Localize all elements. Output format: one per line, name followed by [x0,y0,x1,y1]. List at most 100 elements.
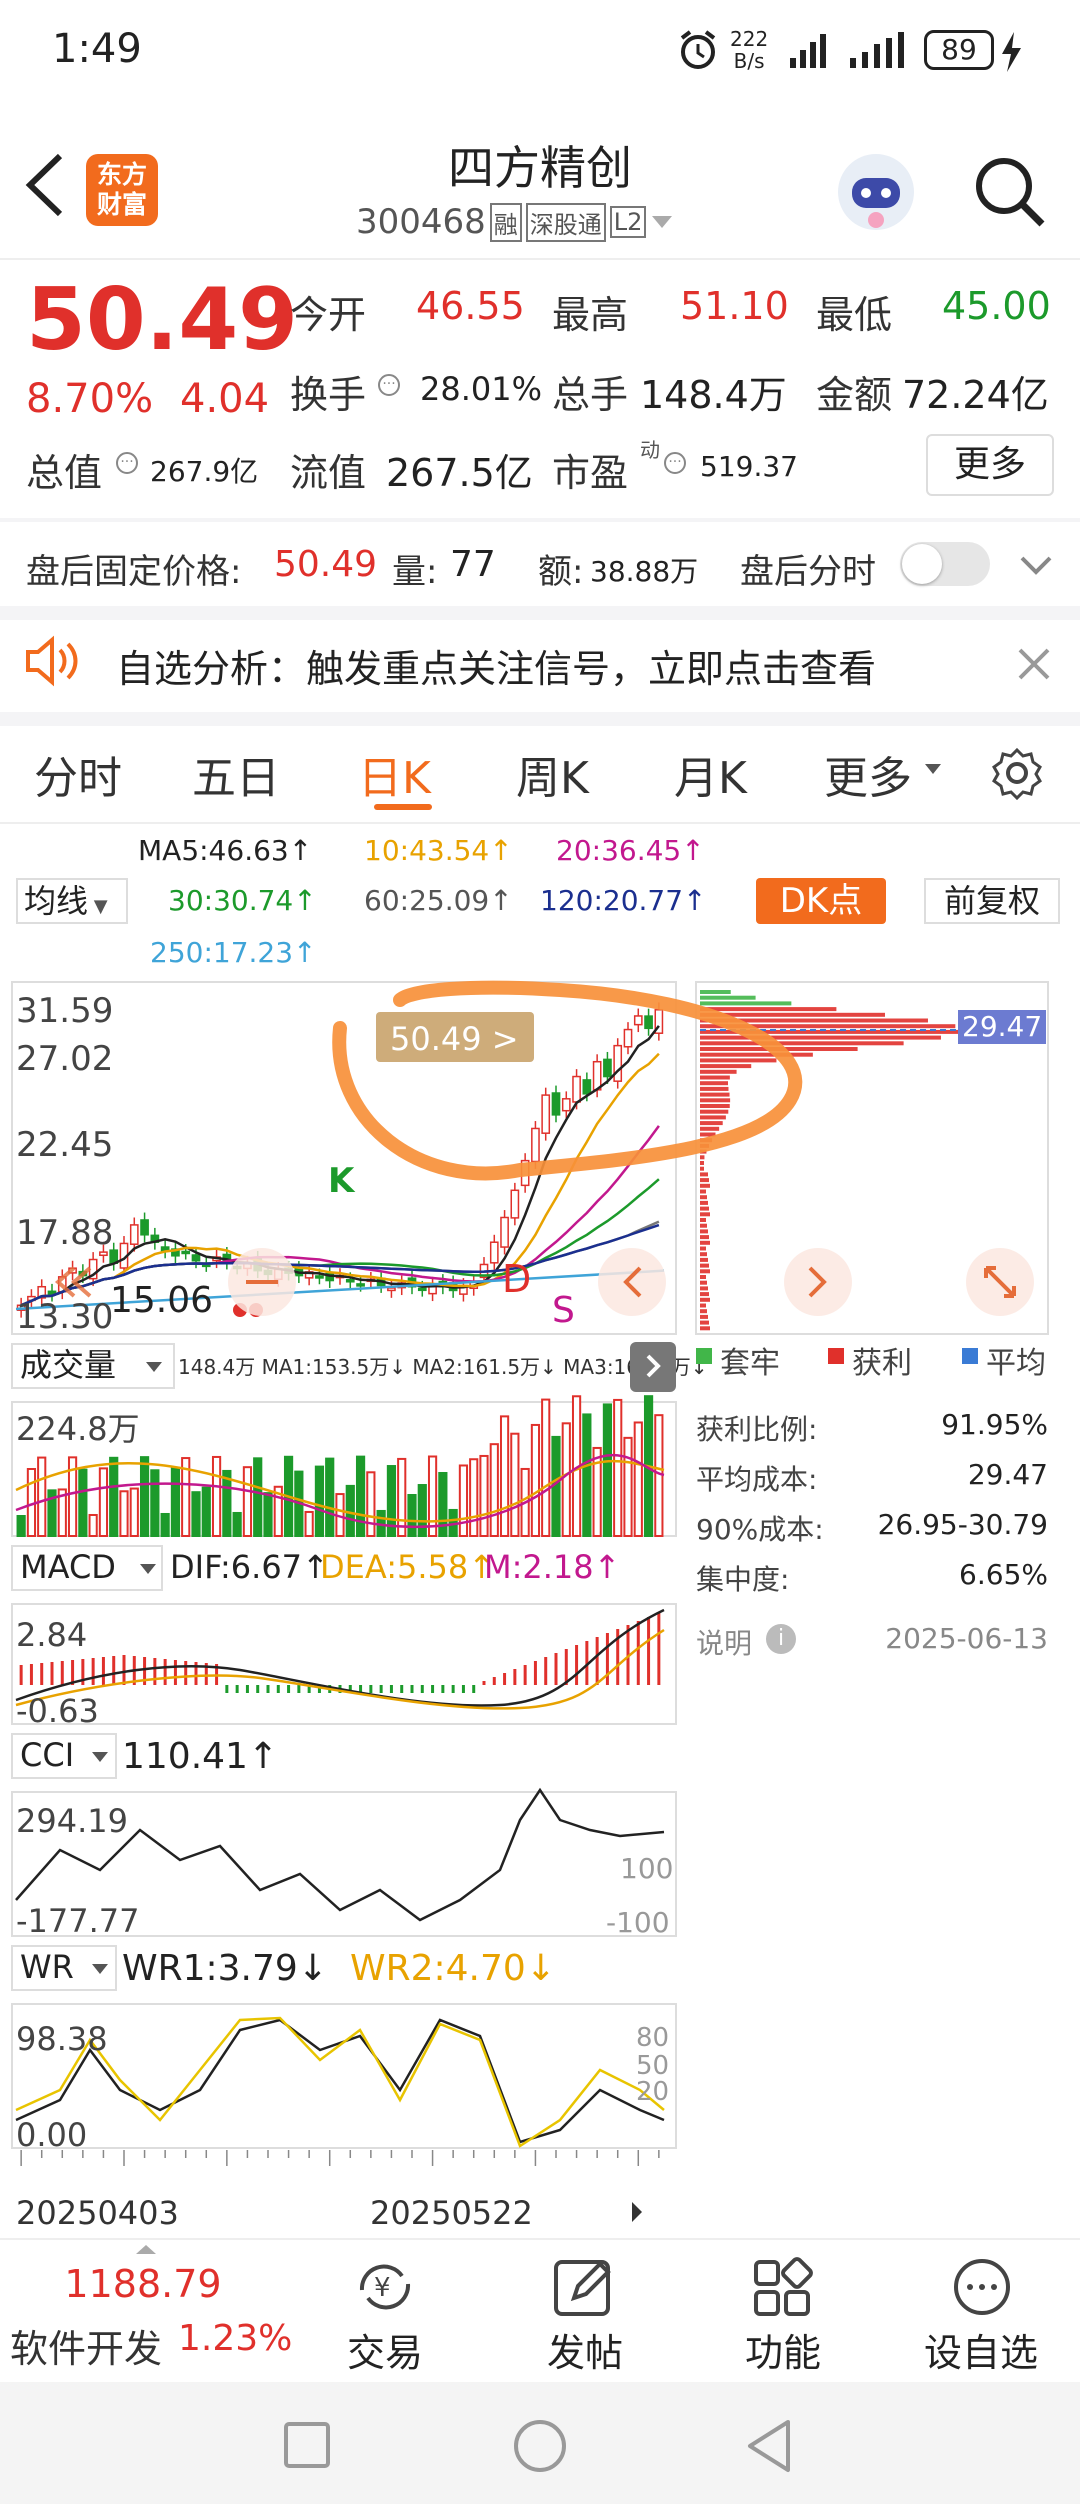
candle [582,1079,592,1095]
function-icon[interactable] [752,2256,816,2318]
chart-area[interactable]: 31.59 27.02 22.45 17.88 13.30 50.49 > 15… [0,970,1080,2234]
volume-bar [109,1456,119,1537]
volume-bar [201,1486,211,1537]
macd-y-bottom: -0.63 [16,1692,99,1730]
tab-more[interactable]: 更多 [824,742,912,806]
chip-bar [700,1172,708,1177]
ma60-value: 60:25.09↑ [364,884,513,917]
divider [0,822,1080,824]
info-icon[interactable]: ··· [116,452,138,474]
volume-bar [417,1484,427,1538]
wr-y-top: 98.38 [16,2020,108,2058]
adjust-button[interactable]: 前复权 [924,878,1060,924]
post-button[interactable]: 发帖 [510,2322,660,2377]
ma-selector[interactable]: 均线 ▼ [16,878,128,924]
gear-icon[interactable] [990,746,1044,800]
divider [0,518,1080,522]
chip-bar [700,1212,710,1217]
scroll-left-button[interactable] [598,1248,666,1316]
tab-timeshare[interactable]: 分时 [34,742,122,806]
candle [603,1058,612,1078]
wr2-value: WR2:4.70↓ [350,1948,556,1989]
close-icon[interactable] [1016,646,1052,682]
float-label: 流值 [290,451,367,495]
cci-value: 110.41↑ [122,1736,278,1777]
tab-weekly-k[interactable]: 周K [516,742,589,806]
trade-icon[interactable]: ¥ [352,2256,418,2318]
speaker-icon [26,635,78,687]
home-icon[interactable] [512,2418,568,2474]
volume-bar [345,1484,355,1537]
info-icon[interactable]: ··· [664,452,686,474]
chip-bar [700,1058,777,1063]
tab-five-day[interactable]: 五日 [192,742,280,806]
back-nav-icon[interactable] [744,2418,794,2474]
chip-bar [700,1320,709,1325]
signal-icon [790,34,826,68]
stock-header: 东方 财富 四方精创 300468 融 深股通 L2 [0,110,1080,260]
more-button[interactable]: 更多 [926,434,1054,496]
chip-bar [700,1183,710,1188]
after-hours-toggle[interactable] [900,542,990,586]
volume-bar [427,1455,438,1537]
volume-bar [191,1491,201,1537]
chip-date: 2025-06-13 [885,1622,1048,1655]
ma120-value: 120:20.77↑ [540,884,707,917]
volume-bar [139,1456,150,1537]
charging-icon [1002,32,1021,72]
connect-tag: 深股通 [525,202,606,242]
change-pct: 8.70% [26,376,154,422]
candle [140,1219,149,1236]
tab-daily-k[interactable]: 日K [358,742,431,806]
recent-apps-icon[interactable] [282,2420,332,2470]
volume-bar [561,1422,571,1537]
ma30-value: 30:30.74↑ [168,884,317,917]
divider [0,712,1080,726]
chevron-down-icon[interactable] [1018,552,1054,578]
chip-bar [700,1121,723,1126]
low-label: 最低 [816,293,893,337]
volume-bar [499,1415,510,1537]
y-label: 27.02 [16,1039,113,1079]
chip-bar [700,1126,720,1131]
chip-bar [700,1161,704,1165]
chip-bar [700,1280,707,1285]
expand-side-button[interactable] [630,1342,676,1392]
amount-value: 72.24亿 [902,373,1049,417]
y-label: 31.59 [16,991,113,1031]
volume-bar [623,1436,633,1537]
post-icon[interactable] [552,2256,616,2318]
date-left: 20250403 [16,2194,179,2232]
robot-avatar-icon[interactable] [834,150,918,234]
tab-monthly-k[interactable]: 月K [674,742,747,806]
turnover-label: 换手 [290,373,367,417]
ma5-value: MA5:46.63↑ [138,834,313,867]
function-button[interactable]: 功能 [708,2322,858,2377]
date-mid: 20250522 [370,2194,533,2232]
index-name[interactable]: 软件开发 [10,2318,162,2373]
chip-bar [700,1166,704,1171]
dk-point-button[interactable]: DK点 [756,878,886,924]
chip-bar [700,1257,708,1262]
add-watchlist-icon[interactable] [950,2256,1014,2318]
search-icon[interactable] [972,154,1048,230]
volume-bar [129,1487,139,1538]
scroll-right-button[interactable] [784,1248,852,1316]
add-watchlist-button[interactable]: 设自选 [906,2322,1056,2377]
volume-bar [458,1464,469,1537]
volume-value: 148.4万 [640,373,787,417]
trade-button[interactable]: 交易 [310,2322,460,2377]
stock-code-row[interactable]: 300468 融 深股通 L2 [356,202,674,242]
low-marker: 15.06 [110,1280,213,1321]
play-icon[interactable] [632,2202,642,2222]
ma10-value: 10:43.54↑ [364,834,513,867]
chip-bar [700,1081,729,1086]
chip-bar [700,1218,706,1222]
info-icon[interactable]: ··· [378,374,400,396]
chip-bar [700,1007,837,1012]
alert-text: 自选分析：触发重点关注信号，立即点击查看 [116,647,877,691]
volume-bar [263,1492,273,1538]
volume-bar [355,1455,366,1537]
chip-bar [700,1303,706,1308]
index-value[interactable]: 1188.79 [0,2262,286,2306]
